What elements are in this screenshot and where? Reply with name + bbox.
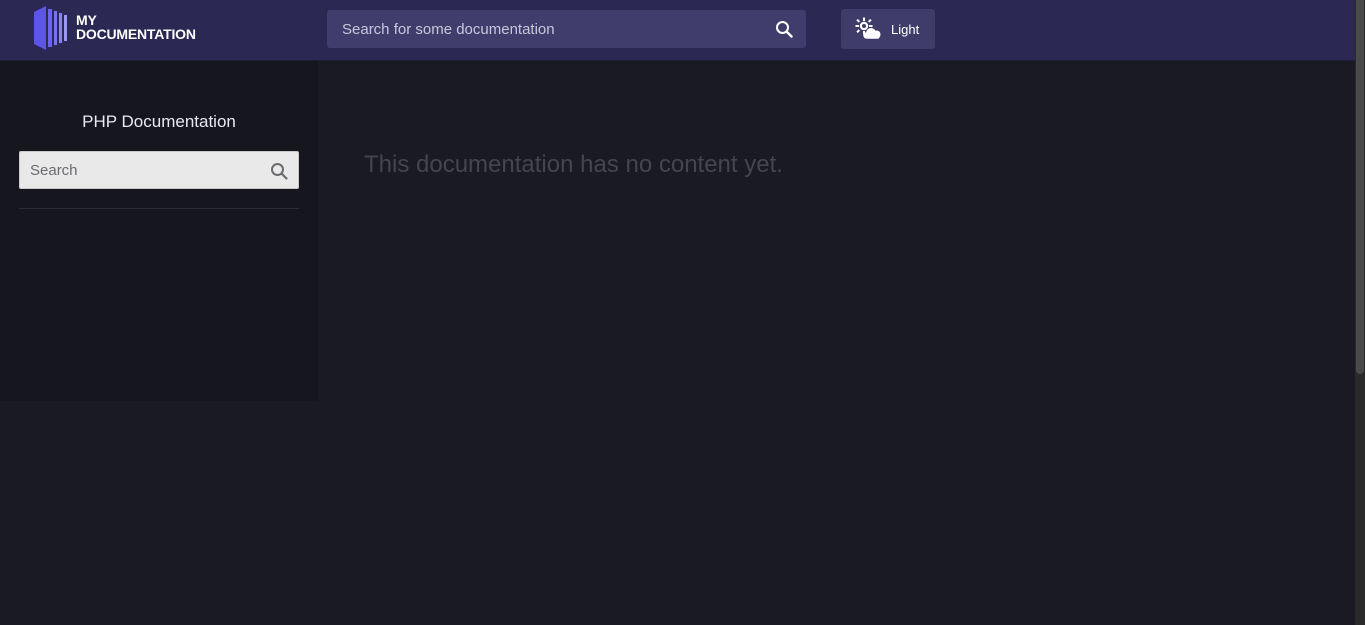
site-logo[interactable]: MY DOCUMENTATION: [34, 6, 204, 50]
empty-content-message: This documentation has no content yet.: [364, 151, 783, 178]
top-navbar: MY DOCUMENTATION Search for some documen…: [0, 0, 1355, 61]
sidebar-search-box: [19, 151, 299, 189]
weather-sun-cloud-icon: [855, 17, 883, 41]
logo-icon: [34, 6, 67, 50]
logo-line-2: DOCUMENTATION: [76, 26, 196, 42]
global-search-input[interactable]: [327, 10, 767, 48]
logo-text: MY DOCUMENTATION: [76, 13, 196, 41]
search-icon[interactable]: [775, 20, 793, 38]
page-scrollbar[interactable]: [1355, 0, 1365, 625]
sidebar-divider: [19, 208, 299, 209]
theme-toggle-label: Light: [891, 22, 920, 37]
sidebar: PHP Documentation: [0, 61, 318, 401]
sidebar-title: PHP Documentation: [82, 112, 236, 131]
logo-line-1: MY: [76, 12, 97, 28]
scrollbar-thumb[interactable]: [1356, 0, 1364, 374]
theme-toggle-button[interactable]: Light: [841, 9, 935, 49]
sidebar-search-input[interactable]: [20, 152, 265, 188]
global-search-box: [327, 10, 806, 48]
search-icon[interactable]: [270, 162, 288, 180]
